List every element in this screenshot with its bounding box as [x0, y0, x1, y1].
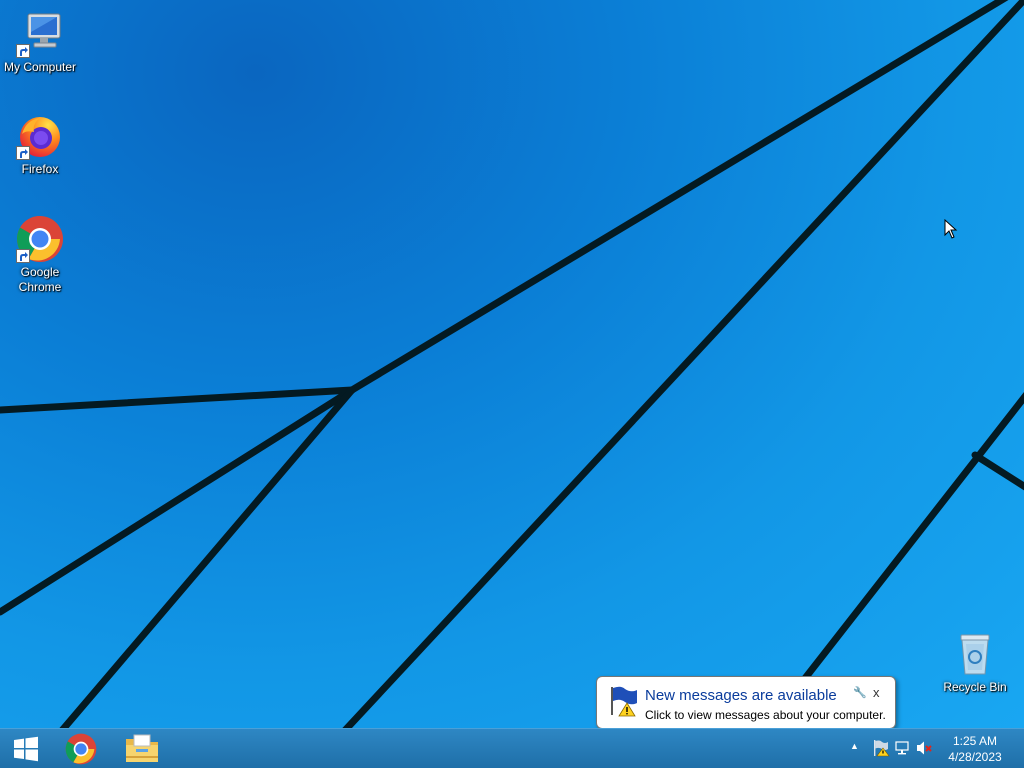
desktop-icon-firefox[interactable]: Firefox: [0, 112, 80, 177]
desktop-icon-label: Recycle Bin: [943, 680, 1007, 694]
clock-date: 4/28/2023: [948, 750, 1002, 764]
notification-balloon[interactable]: New messages are available Click to view…: [596, 676, 896, 740]
desktop-icon-label: Firefox: [21, 162, 59, 176]
mouse-cursor-icon: [944, 219, 958, 239]
taskbar: ▲ 1:25 AM 4/28/2023: [0, 728, 1024, 768]
recycle-bin-icon: [960, 634, 990, 675]
action-center-warning-icon[interactable]: [872, 739, 890, 757]
windows-logo-icon: [14, 736, 38, 761]
action-center-flag-icon: [611, 686, 637, 717]
shortcut-arrow-icon: [16, 146, 30, 160]
clock-time: 1:25 AM: [952, 734, 998, 748]
notification-options-button[interactable]: 🔧: [853, 686, 867, 699]
shortcut-arrow-icon: [16, 249, 30, 263]
desktop-icon-my-computer[interactable]: My Computer: [0, 10, 80, 75]
desktop-icon-label: Google Chrome: [18, 265, 62, 294]
taskbar-clock[interactable]: 1:25 AM 4/28/2023: [940, 733, 1010, 765]
notification-text: Click to view messages about your comput…: [645, 708, 886, 722]
desktop[interactable]: My Computer Firefox Google Chrome Recycl…: [0, 0, 1024, 728]
file-explorer-icon: [126, 734, 158, 762]
taskbar-chrome-button[interactable]: [55, 729, 107, 768]
taskbar-file-explorer-button[interactable]: [116, 729, 168, 768]
desktop-icon-label: My Computer: [3, 60, 77, 74]
desktop-icon-recycle-bin[interactable]: Recycle Bin: [935, 630, 1015, 695]
shortcut-arrow-icon: [16, 44, 30, 58]
volume-muted-icon[interactable]: [916, 740, 934, 756]
chrome-icon: [65, 733, 97, 764]
desktop-icon-google-chrome[interactable]: Google Chrome: [0, 215, 80, 295]
system-tray: ▲ 1:25 AM 4/28/2023: [824, 729, 1024, 768]
start-button[interactable]: [0, 729, 52, 768]
notification-title: New messages are available: [645, 687, 837, 704]
show-hidden-icons-button[interactable]: ▲: [850, 741, 859, 751]
wallpaper: [0, 0, 1024, 728]
network-icon[interactable]: [894, 740, 910, 756]
notification-close-button[interactable]: x: [873, 685, 880, 700]
